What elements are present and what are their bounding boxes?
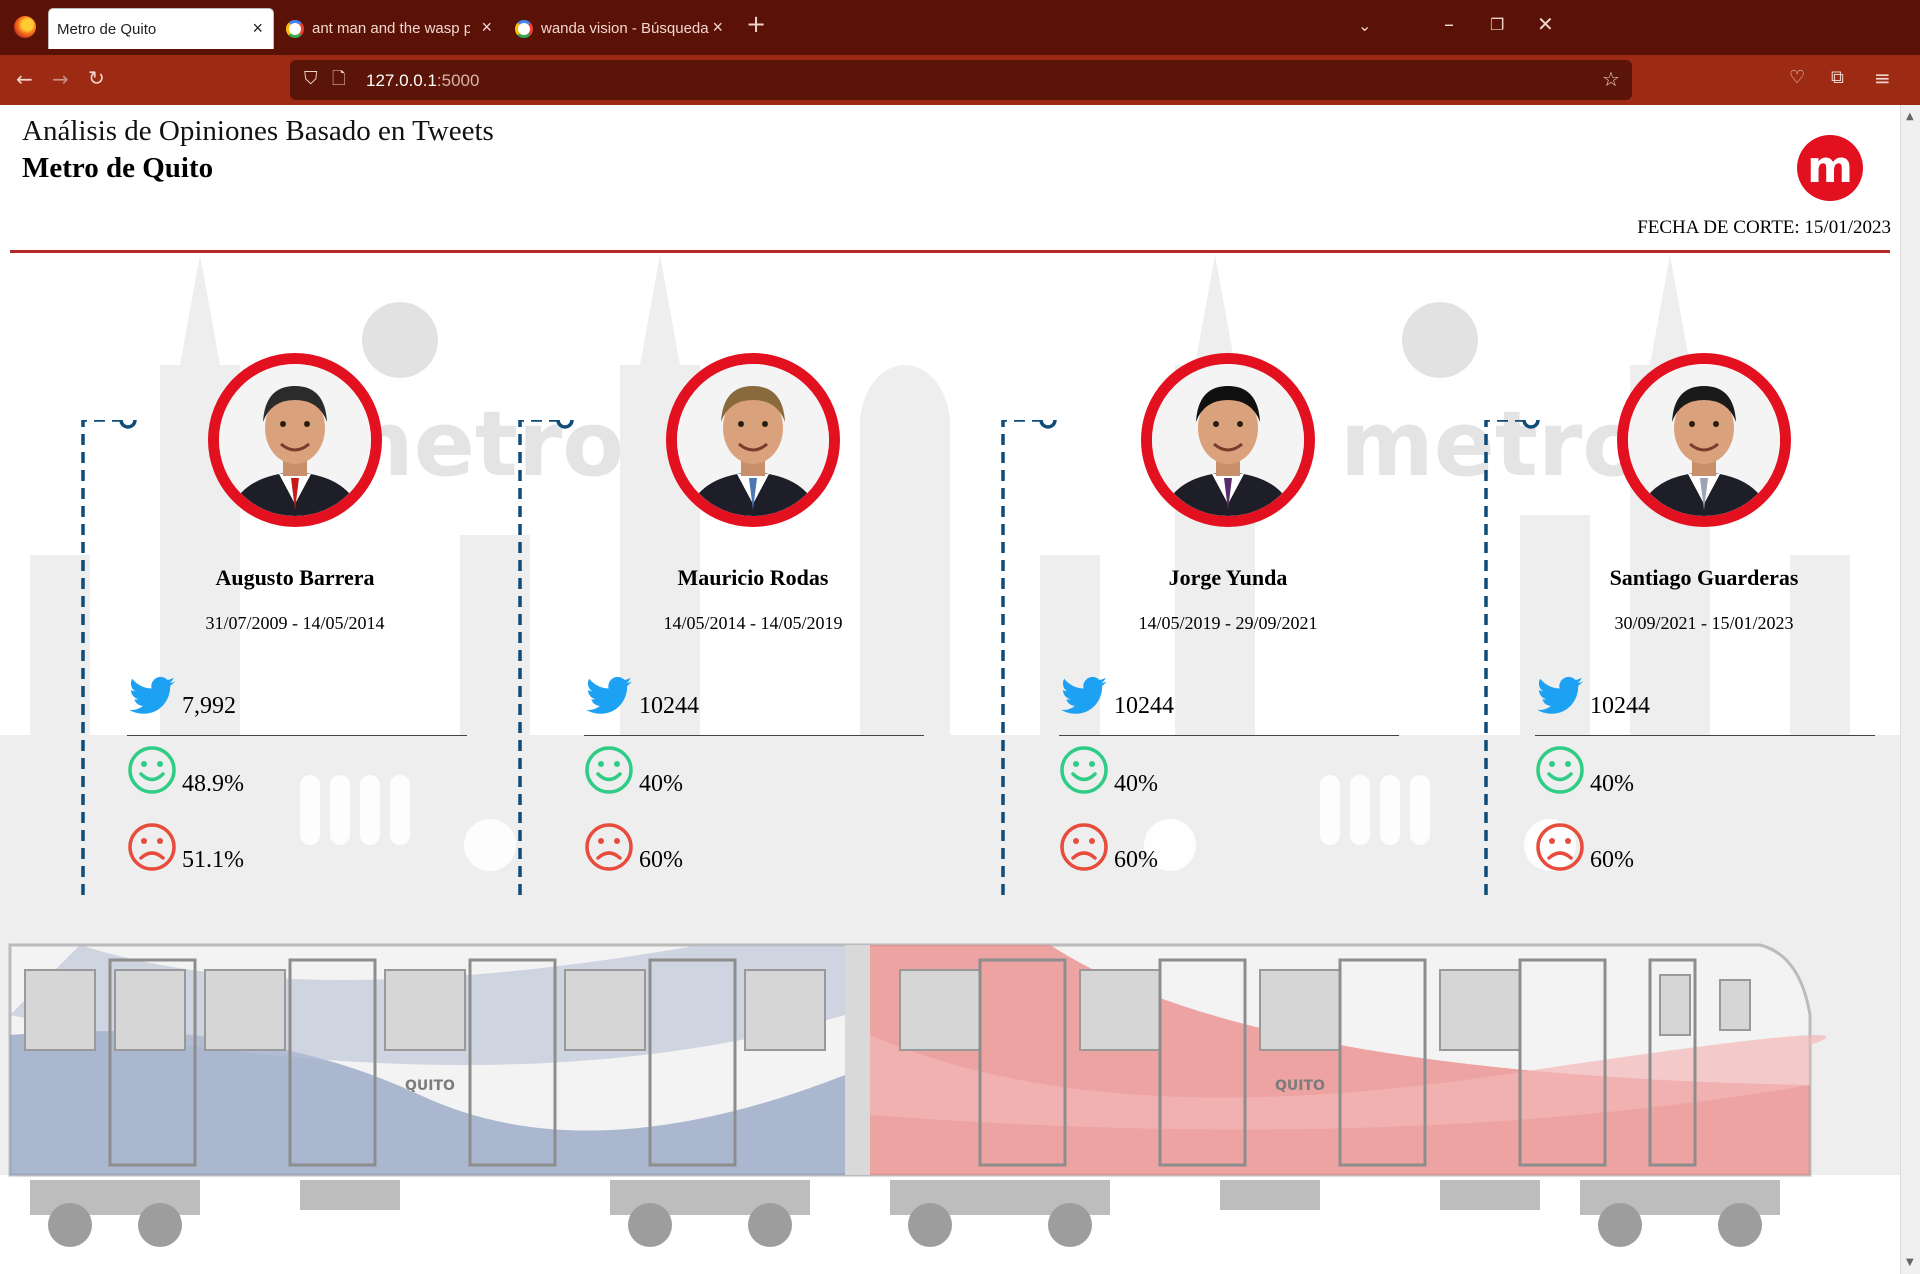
mayor-avatar bbox=[1617, 353, 1791, 527]
negative-percent: 60% bbox=[1590, 847, 1634, 873]
vertical-scrollbar[interactable]: ▲ ▼ bbox=[1900, 105, 1920, 1274]
smile-icon bbox=[1536, 746, 1584, 794]
mayor-name: Mauricio Rodas bbox=[677, 565, 829, 590]
back-icon[interactable]: ← bbox=[16, 69, 33, 89]
twitter-icon bbox=[586, 676, 632, 714]
scroll-down-icon[interactable]: ▼ bbox=[1906, 1257, 1914, 1268]
mayor-name: Augusto Barrera bbox=[215, 565, 375, 590]
tab-metro-de-quito[interactable]: Metro de Quito × bbox=[48, 8, 274, 49]
person-portrait bbox=[219, 364, 371, 516]
page-icon[interactable]: 🗋 bbox=[332, 69, 346, 89]
firefox-icon[interactable] bbox=[14, 16, 36, 38]
negative-percent: 51.1% bbox=[182, 847, 244, 873]
tab-title: wanda vision - Búsqueda de Go bbox=[541, 20, 709, 37]
url-port: :5000 bbox=[436, 71, 480, 90]
mayor-period: 14/05/2019 - 29/09/2021 bbox=[1138, 613, 1318, 633]
frown-icon bbox=[128, 823, 176, 871]
minimize-icon[interactable]: – bbox=[1444, 14, 1454, 34]
positive-percent: 48.9% bbox=[182, 771, 244, 797]
scroll-up-icon[interactable]: ▲ bbox=[1906, 111, 1914, 122]
menu-icon[interactable]: ≡ bbox=[1874, 68, 1891, 88]
close-tab-icon[interactable]: × bbox=[712, 18, 723, 36]
url-bar[interactable]: ⛉ 🗋 127.0.0.1:5000 ☆ bbox=[290, 60, 1632, 100]
cutoff-date: FECHA DE CORTE: 15/01/2023 bbox=[1637, 217, 1891, 238]
person-portrait bbox=[1628, 364, 1780, 516]
logo-letter: m bbox=[1807, 142, 1853, 193]
shield-icon[interactable]: ⛉ bbox=[304, 69, 318, 89]
pocket-icon[interactable]: ♡ bbox=[1789, 68, 1805, 88]
smile-icon bbox=[128, 746, 176, 794]
tab-title: Metro de Quito bbox=[57, 20, 157, 38]
svg-text:QUITO: QUITO bbox=[1275, 1078, 1325, 1094]
restore-icon[interactable]: ❐ bbox=[1490, 15, 1504, 35]
extensions-icon[interactable]: ⧉ bbox=[1831, 68, 1844, 88]
close-tab-icon[interactable]: × bbox=[481, 18, 492, 36]
negative-percent: 60% bbox=[1114, 847, 1158, 873]
twitter-icon bbox=[1061, 676, 1107, 714]
tab-ant-man[interactable]: ant man and the wasp police - B × bbox=[286, 8, 496, 49]
browser-nav-bar: ← → ↻ ⛉ 🗋 127.0.0.1:5000 ☆ ♡ ⧉ ≡ bbox=[0, 55, 1920, 105]
mayor-avatar bbox=[1141, 353, 1315, 527]
tweet-count: 10244 bbox=[1114, 693, 1174, 719]
stats-divider bbox=[1535, 735, 1875, 736]
close-tab-icon[interactable]: × bbox=[252, 19, 263, 37]
twitter-icon bbox=[129, 676, 175, 714]
person-portrait bbox=[677, 364, 829, 516]
tweet-count: 7,992 bbox=[182, 693, 236, 719]
new-tab-icon[interactable]: + bbox=[746, 12, 766, 36]
smile-icon bbox=[585, 746, 633, 794]
close-window-icon[interactable]: ✕ bbox=[1537, 14, 1554, 34]
google-icon bbox=[286, 19, 304, 38]
page-subtitle: Análisis de Opiniones Basado en Tweets bbox=[22, 115, 494, 147]
browser-tab-bar: Metro de Quito × ant man and the wasp po… bbox=[0, 0, 1920, 55]
mayor-name: Santiago Guarderas bbox=[1609, 565, 1799, 590]
mayor-avatar bbox=[208, 353, 382, 527]
reload-icon[interactable]: ↻ bbox=[88, 68, 105, 88]
stats-divider bbox=[1059, 735, 1399, 736]
list-tabs-icon[interactable]: ⌄ bbox=[1358, 16, 1371, 36]
stats-divider bbox=[584, 735, 924, 736]
timeline-connector bbox=[518, 420, 574, 895]
page-content: metro metro QUITO QUITO Análisis de Opin… bbox=[0, 105, 1900, 1274]
url-text[interactable]: 127.0.0.1:5000 bbox=[366, 71, 479, 91]
negative-percent: 60% bbox=[639, 847, 683, 873]
tab-wanda-vision[interactable]: wanda vision - Búsqueda de Go × bbox=[515, 8, 725, 49]
frown-icon bbox=[1060, 823, 1108, 871]
positive-percent: 40% bbox=[1590, 771, 1634, 797]
header-divider bbox=[10, 250, 1890, 253]
smile-icon bbox=[1060, 746, 1108, 794]
mayor-period: 30/09/2021 - 15/01/2023 bbox=[1614, 613, 1794, 633]
tweet-count: 10244 bbox=[1590, 693, 1650, 719]
positive-percent: 40% bbox=[639, 771, 683, 797]
mayor-name: Jorge Yunda bbox=[1168, 565, 1288, 590]
google-icon bbox=[515, 19, 533, 38]
mayor-period: 31/07/2009 - 14/05/2014 bbox=[205, 613, 385, 633]
frown-icon bbox=[585, 823, 633, 871]
frown-icon bbox=[1536, 823, 1584, 871]
tweet-count: 10244 bbox=[639, 693, 699, 719]
forward-icon[interactable]: → bbox=[52, 69, 69, 89]
page-title: Metro de Quito bbox=[22, 152, 214, 184]
stats-divider bbox=[127, 735, 467, 736]
url-host: 127.0.0.1 bbox=[366, 71, 437, 90]
mayor-period: 14/05/2014 - 14/05/2019 bbox=[663, 613, 843, 633]
svg-text:QUITO: QUITO bbox=[405, 1078, 455, 1094]
bookmark-star-icon[interactable]: ☆ bbox=[1602, 69, 1620, 89]
positive-percent: 40% bbox=[1114, 771, 1158, 797]
mayor-avatar bbox=[666, 353, 840, 527]
train-illustration: QUITO QUITO bbox=[8, 943, 1827, 1247]
tab-title: ant man and the wasp police - B bbox=[312, 20, 470, 37]
person-portrait bbox=[1152, 364, 1304, 516]
metro-logo: m bbox=[1797, 135, 1863, 201]
twitter-icon bbox=[1537, 676, 1583, 714]
